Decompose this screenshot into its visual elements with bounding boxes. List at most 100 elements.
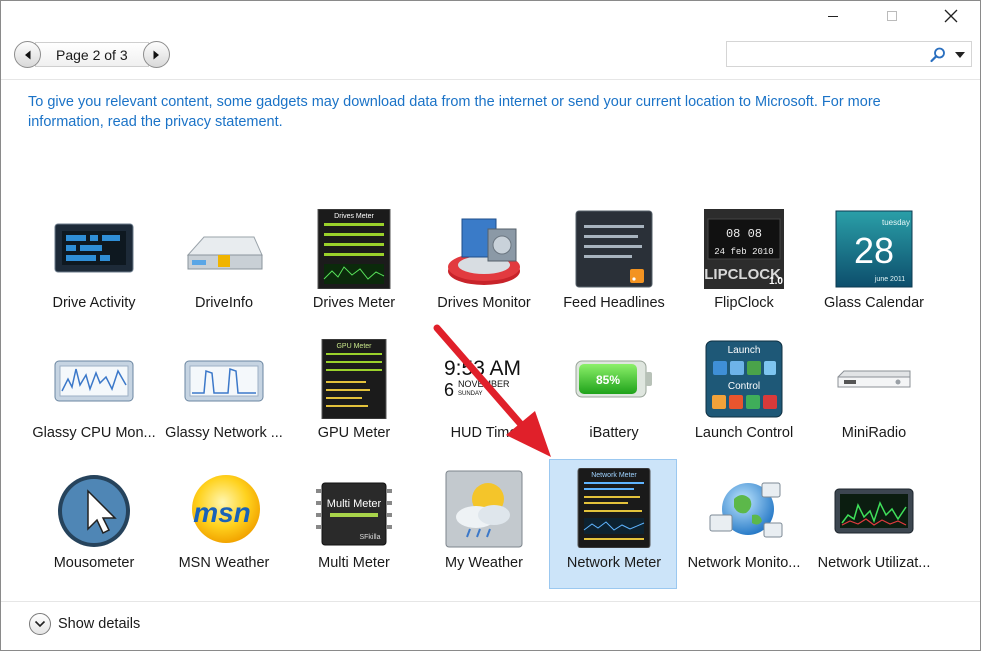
gadget-network-utilization[interactable]: Network Utilizat... xyxy=(809,462,937,592)
gadget-gallery-window: Page 2 of 3 To give you relevant content… xyxy=(0,0,981,651)
gadget-launch-control[interactable]: Launch Control Launch Control xyxy=(679,332,807,462)
multi-meter-icon: Multi Meter SFkilla xyxy=(316,482,392,546)
gadget-label: Glass Calendar xyxy=(824,295,924,311)
gadget-glass-calendar[interactable]: tuesday 28 june 2011 Glass Calendar xyxy=(809,202,937,332)
gadget-label: Drives Meter xyxy=(312,295,396,311)
network-meter-title: Network Meter xyxy=(591,472,637,479)
battery-percent: 85% xyxy=(596,373,620,387)
gadget-label: GPU Meter xyxy=(317,425,391,441)
drives-meter-title: Drives Meter xyxy=(334,213,374,220)
feed-headlines-icon xyxy=(575,210,653,288)
gpu-title: GPU Meter xyxy=(336,343,372,350)
glassy-network-icon xyxy=(184,360,264,402)
gadget-feed-headlines[interactable]: Feed Headlines xyxy=(549,202,677,332)
gadget-glassy-network[interactable]: Glassy Network ... xyxy=(159,332,287,462)
gadget-label: Glassy CPU Mon... xyxy=(32,425,156,441)
gadget-label: MSN Weather xyxy=(178,555,270,571)
gadget-hud-time[interactable]: 9:53 AM 6 NOVEMBER SUNDAY HUD Time xyxy=(419,332,547,462)
ibattery-icon: 85% xyxy=(575,360,652,398)
glassy-cpu-icon xyxy=(54,360,134,402)
gadget-label: Network Utilizat... xyxy=(817,555,931,571)
previous-page-button[interactable] xyxy=(14,41,41,68)
gadget-driveinfo[interactable]: DriveInfo xyxy=(159,202,287,332)
calendar-month: june 2011 xyxy=(874,276,905,283)
maximize-button[interactable] xyxy=(862,1,921,31)
gadget-label: DriveInfo xyxy=(194,295,254,311)
network-meter-icon: Network Meter xyxy=(577,468,651,548)
gadget-msn-weather[interactable]: msn MSN Weather xyxy=(159,462,287,592)
gadget-my-weather[interactable]: My Weather xyxy=(419,462,547,592)
minimize-icon xyxy=(827,16,838,17)
next-page-button[interactable] xyxy=(142,41,170,68)
gadget-mousometer[interactable]: Mousometer xyxy=(29,462,157,592)
gadget-label: Multi Meter xyxy=(318,555,390,571)
gadget-label: HUD Time xyxy=(450,425,518,441)
hud-time-text: 9:53 AM xyxy=(444,357,521,380)
gadget-network-monitor[interactable]: Network Monito... xyxy=(679,462,807,592)
chevron-down-icon[interactable] xyxy=(953,49,967,61)
gadget-label: My Weather xyxy=(445,555,523,571)
gadget-flipclock[interactable]: 08 08 24 feb 2010 FLIPCLOCK 1.0 FlipCloc… xyxy=(679,202,807,332)
close-icon xyxy=(944,9,957,23)
gadget-label: Drive Activity xyxy=(52,295,136,311)
footer-divider xyxy=(1,601,980,602)
gadget-drives-meter[interactable]: Drives Meter Drives Meter xyxy=(289,202,417,332)
gadget-label: Network Monito... xyxy=(687,555,801,571)
network-monitor-icon xyxy=(709,482,783,538)
hud-weekday-text: SUNDAY xyxy=(458,391,483,397)
chevron-down-icon xyxy=(34,620,46,628)
gadget-label: Feed Headlines xyxy=(563,295,665,311)
flipclock-date: 24 feb 2010 xyxy=(714,247,773,257)
gadget-gpu-meter[interactable]: GPU Meter GPU Meter xyxy=(289,332,417,462)
gadget-ibattery[interactable]: 85% iBattery xyxy=(549,332,677,462)
flipclock-version: 1.0 xyxy=(769,276,783,287)
gpu-meter-icon: GPU Meter xyxy=(321,339,387,419)
gadget-glassy-cpu[interactable]: Glassy CPU Mon... xyxy=(29,332,157,462)
hud-day-text: 6 xyxy=(444,380,454,400)
calendar-day: tuesday xyxy=(882,218,910,227)
gadget-label: Glassy Network ... xyxy=(165,425,283,441)
search-icon[interactable] xyxy=(929,46,947,64)
gadget-network-meter[interactable]: Network Meter Network Meter xyxy=(549,459,677,589)
minimize-button[interactable] xyxy=(803,1,862,31)
search-box xyxy=(726,41,972,67)
close-button[interactable] xyxy=(921,1,980,31)
calendar-date: 28 xyxy=(854,230,894,271)
launch-control-icon: Launch Control xyxy=(705,340,783,418)
flipclock-icon: 08 08 24 feb 2010 FLIPCLOCK 1.0 xyxy=(704,209,784,289)
show-details-label: Show details xyxy=(58,616,141,632)
drives-meter-icon: Drives Meter xyxy=(317,209,391,289)
gadget-label: Launch Control xyxy=(694,425,794,441)
launch-control-text: Control xyxy=(728,381,760,392)
caption-buttons xyxy=(803,1,980,31)
gadget-drives-monitor[interactable]: Drives Monitor xyxy=(419,202,547,332)
arrow-right-icon xyxy=(153,50,160,59)
gadget-label: MiniRadio xyxy=(841,425,907,441)
multi-meter-text: Multi Meter xyxy=(327,498,382,510)
gadget-drive-activity[interactable]: Drive Activity xyxy=(29,202,157,332)
header-divider xyxy=(1,79,980,80)
gadget-label: Mousometer xyxy=(53,555,135,571)
hud-time-icon: 9:53 AM 6 NOVEMBER SUNDAY xyxy=(444,357,521,400)
driveinfo-icon xyxy=(186,236,263,270)
show-details-toggle[interactable]: Show details xyxy=(29,612,140,636)
miniradio-icon xyxy=(837,370,911,388)
gadget-label: FlipClock xyxy=(714,295,774,311)
drive-activity-icon xyxy=(54,223,134,273)
msn-weather-icon: msn xyxy=(192,475,260,543)
msn-text: msn xyxy=(193,497,251,528)
gadget-miniradio[interactable]: MiniRadio xyxy=(809,332,937,462)
gadget-multi-meter[interactable]: Multi Meter SFkilla Multi Meter xyxy=(289,462,417,592)
hud-month-text: NOVEMBER xyxy=(458,379,510,389)
my-weather-icon xyxy=(445,470,523,548)
gadget-label: Network Meter xyxy=(566,555,662,571)
network-utilization-icon xyxy=(834,488,914,534)
drives-monitor-icon xyxy=(448,218,520,285)
privacy-info-link[interactable]: To give you relevant content, some gadge… xyxy=(28,92,928,132)
expand-details-button[interactable] xyxy=(29,613,51,635)
search-input[interactable] xyxy=(731,45,926,63)
maximize-icon xyxy=(886,11,897,21)
glass-calendar-icon: tuesday 28 june 2011 xyxy=(835,210,913,288)
arrow-left-icon xyxy=(24,50,30,59)
gadget-label: Drives Monitor xyxy=(437,295,531,311)
